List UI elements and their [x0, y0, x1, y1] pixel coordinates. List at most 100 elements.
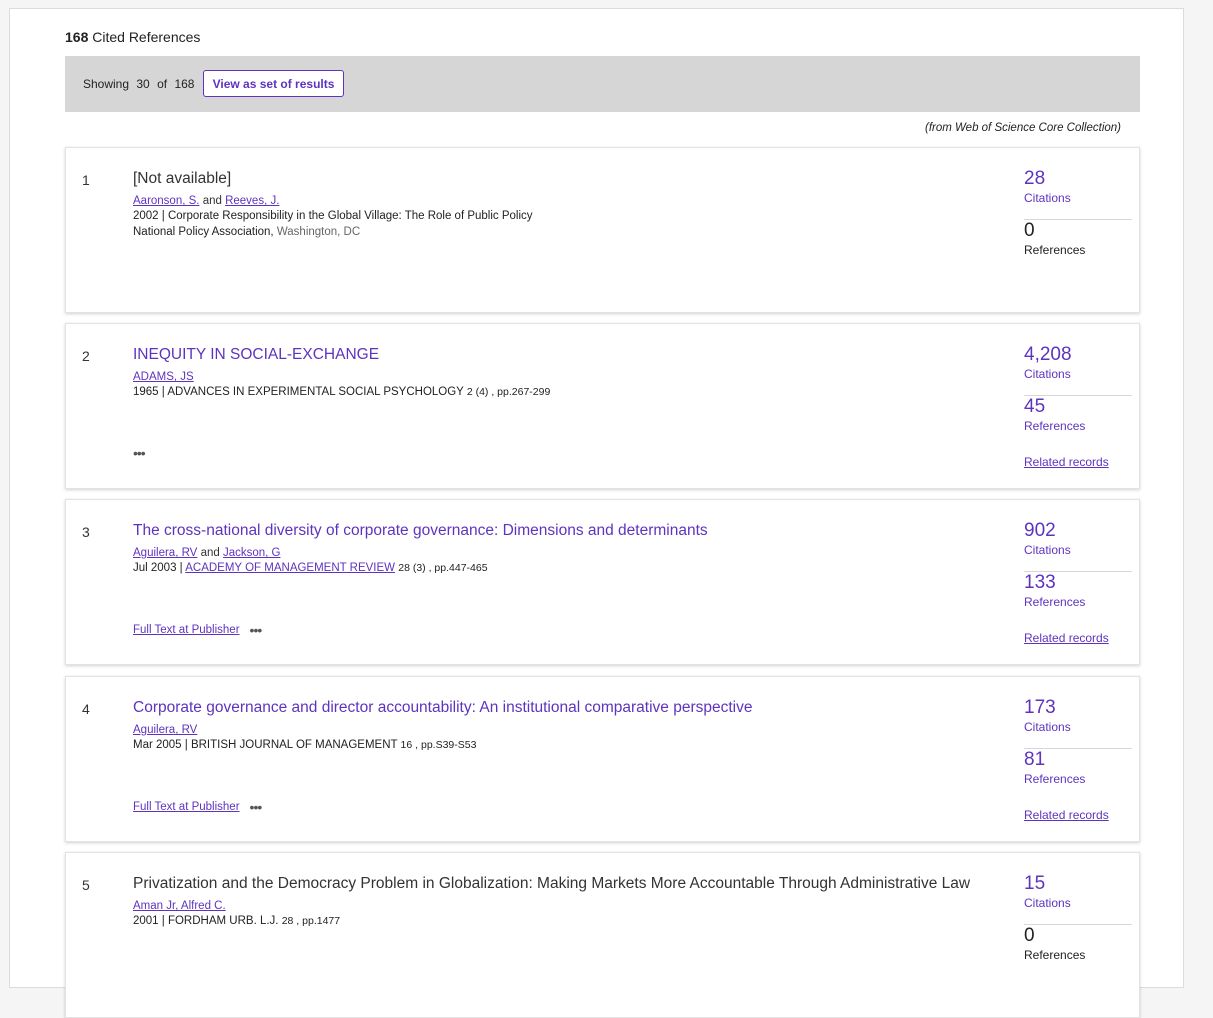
publication-line: Jul 2003 | ACADEMY OF MANAGEMENT REVIEW … [133, 562, 488, 574]
publication-line: 1965 | ADVANCES IN EXPERIMENTAL SOCIAL P… [133, 386, 550, 398]
publisher-location: Washington, DC [276, 226, 361, 238]
references-count: 0 [1024, 925, 1035, 946]
reference-card: 5 Privatization and the Democracy Proble… [65, 852, 1140, 1018]
references-metric[interactable]: 45 References [1024, 396, 1132, 448]
citations-label: Citations [1024, 720, 1071, 734]
references-label: References [1024, 243, 1086, 257]
full-text-link[interactable]: Full Text at Publisher [133, 624, 240, 636]
publisher-line: National Policy Association, Washington,… [133, 226, 360, 238]
view-as-set-button[interactable]: View as set of results [203, 70, 344, 97]
citations-metric[interactable]: 15 Citations [1024, 873, 1132, 925]
references-metric: 0 References [1024, 925, 1132, 977]
reference-number: 1 [82, 172, 90, 188]
journal-link[interactable]: ACADEMY OF MANAGEMENT REVIEW [185, 562, 395, 574]
author-joiner: and [202, 195, 222, 207]
reference-number: 2 [82, 348, 90, 364]
publication-line: 2002 | Corporate Responsibility in the G… [133, 210, 533, 222]
reference-authors: Aguilera, RV [133, 724, 197, 736]
citations-label: Citations [1024, 191, 1071, 205]
reference-metrics: 15 Citations 0 References [1024, 873, 1132, 977]
more-options-icon[interactable]: ••• [250, 800, 263, 814]
citations-label: Citations [1024, 543, 1071, 557]
reference-card: 3 The cross-national diversity of corpor… [65, 499, 1140, 665]
full-text-link[interactable]: Full Text at Publisher [133, 801, 240, 813]
cited-references-panel: 168 Cited References Showing 30 of 168 V… [9, 8, 1184, 1018]
reference-metrics: 28 Citations 0 References [1024, 168, 1132, 272]
reference-card: 1 [Not available] Aaronson, S. and Reeve… [65, 147, 1140, 313]
publication-detail: 28 , pp.1477 [281, 915, 341, 927]
related-records-link[interactable]: Related records [1024, 808, 1132, 822]
references-count: 81 [1024, 749, 1046, 770]
reference-title[interactable]: INEQUITY IN SOCIAL-EXCHANGE [133, 346, 379, 364]
reference-metrics: 4,208 Citations 45 References Related re… [1024, 344, 1132, 469]
references-label: References [1024, 948, 1086, 962]
references-metric[interactable]: 133 References [1024, 572, 1132, 624]
reference-number: 4 [82, 701, 90, 717]
citations-count: 4,208 [1024, 344, 1072, 365]
references-count: 133 [1024, 572, 1056, 593]
reference-number: 3 [82, 524, 90, 540]
citations-count: 28 [1024, 168, 1046, 189]
publication-detail: 16 , pp.S39-S53 [400, 739, 477, 751]
citations-count: 902 [1024, 520, 1056, 541]
reference-metrics: 902 Citations 133 References Related rec… [1024, 520, 1132, 645]
reference-actions: ••• [133, 446, 146, 460]
references-count: 0 [1024, 220, 1035, 241]
publication-date-source: 2001 | FORDHAM URB. L.J. [133, 915, 279, 927]
reference-metrics: 173 Citations 81 References Related reco… [1024, 697, 1132, 822]
citations-label: Citations [1024, 896, 1071, 910]
reference-actions: Full Text at Publisher ••• [133, 623, 263, 637]
author-link[interactable]: Reeves, J. [225, 195, 279, 207]
author-link[interactable]: Aguilera, RV [133, 547, 197, 559]
results-header: 168 Cited References [65, 29, 200, 45]
results-label: Cited References [92, 29, 201, 45]
references-count: 45 [1024, 396, 1046, 417]
source-note: (from Web of Science Core Collection) [925, 122, 1121, 134]
author-link[interactable]: Jackson, G [223, 547, 281, 559]
reference-title: Privatization and the Democracy Problem … [133, 875, 971, 892]
showing-label: Showing [83, 77, 130, 91]
publication-detail: 28 (3) , pp.447-465 [398, 562, 488, 574]
reference-title[interactable]: Corporate governance and director accoun… [133, 699, 753, 717]
references-label: References [1024, 595, 1086, 609]
reference-card: 4 Corporate governance and director acco… [65, 676, 1140, 842]
of-label: of [157, 77, 168, 91]
reference-authors: Aaronson, S. and Reeves, J. [133, 195, 279, 207]
reference-authors: Aman Jr, Alfred C. [133, 900, 226, 912]
author-link[interactable]: ADAMS, JS [133, 371, 194, 383]
publication-detail: 2 (4) , pp.267-299 [466, 386, 551, 398]
author-link[interactable]: Aguilera, RV [133, 724, 197, 736]
shown-count: 30 [136, 77, 150, 91]
related-records-link[interactable]: Related records [1024, 631, 1132, 645]
reference-number: 5 [82, 877, 90, 893]
results-toolbar: Showing 30 of 168 View as set of results [65, 56, 1140, 112]
references-label: References [1024, 772, 1086, 786]
related-records-link[interactable]: Related records [1024, 455, 1132, 469]
author-joiner: and [200, 547, 220, 559]
citations-metric[interactable]: 902 Citations [1024, 520, 1132, 572]
reference-title[interactable]: The cross-national diversity of corporat… [133, 522, 708, 540]
citations-metric[interactable]: 28 Citations [1024, 168, 1132, 220]
publication-date: Jul 2003 | [133, 562, 183, 574]
reference-title: [Not available] [133, 170, 232, 187]
references-metric[interactable]: 81 References [1024, 749, 1132, 801]
citations-count: 173 [1024, 697, 1056, 718]
references-label: References [1024, 419, 1086, 433]
more-options-icon[interactable]: ••• [133, 446, 146, 460]
results-count: 168 [65, 29, 89, 45]
reference-authors: ADAMS, JS [133, 371, 194, 383]
showing-summary: Showing 30 of 168 [83, 77, 198, 91]
author-link[interactable]: Aman Jr, Alfred C. [133, 900, 226, 912]
total-count: 168 [174, 77, 195, 91]
citations-label: Citations [1024, 367, 1071, 381]
publication-line: 2001 | FORDHAM URB. L.J. 28 , pp.1477 [133, 915, 340, 927]
citations-metric[interactable]: 173 Citations [1024, 697, 1132, 749]
reference-authors: Aguilera, RV and Jackson, G [133, 547, 280, 559]
publication-date-source: Mar 2005 | BRITISH JOURNAL OF MANAGEMENT [133, 739, 398, 751]
citations-metric[interactable]: 4,208 Citations [1024, 344, 1132, 396]
more-options-icon[interactable]: ••• [250, 623, 263, 637]
reference-actions: Full Text at Publisher ••• [133, 800, 263, 814]
author-link[interactable]: Aaronson, S. [133, 195, 199, 207]
publisher-name: National Policy Association, [133, 226, 274, 238]
publication-date-source: 1965 | ADVANCES IN EXPERIMENTAL SOCIAL P… [133, 386, 464, 398]
